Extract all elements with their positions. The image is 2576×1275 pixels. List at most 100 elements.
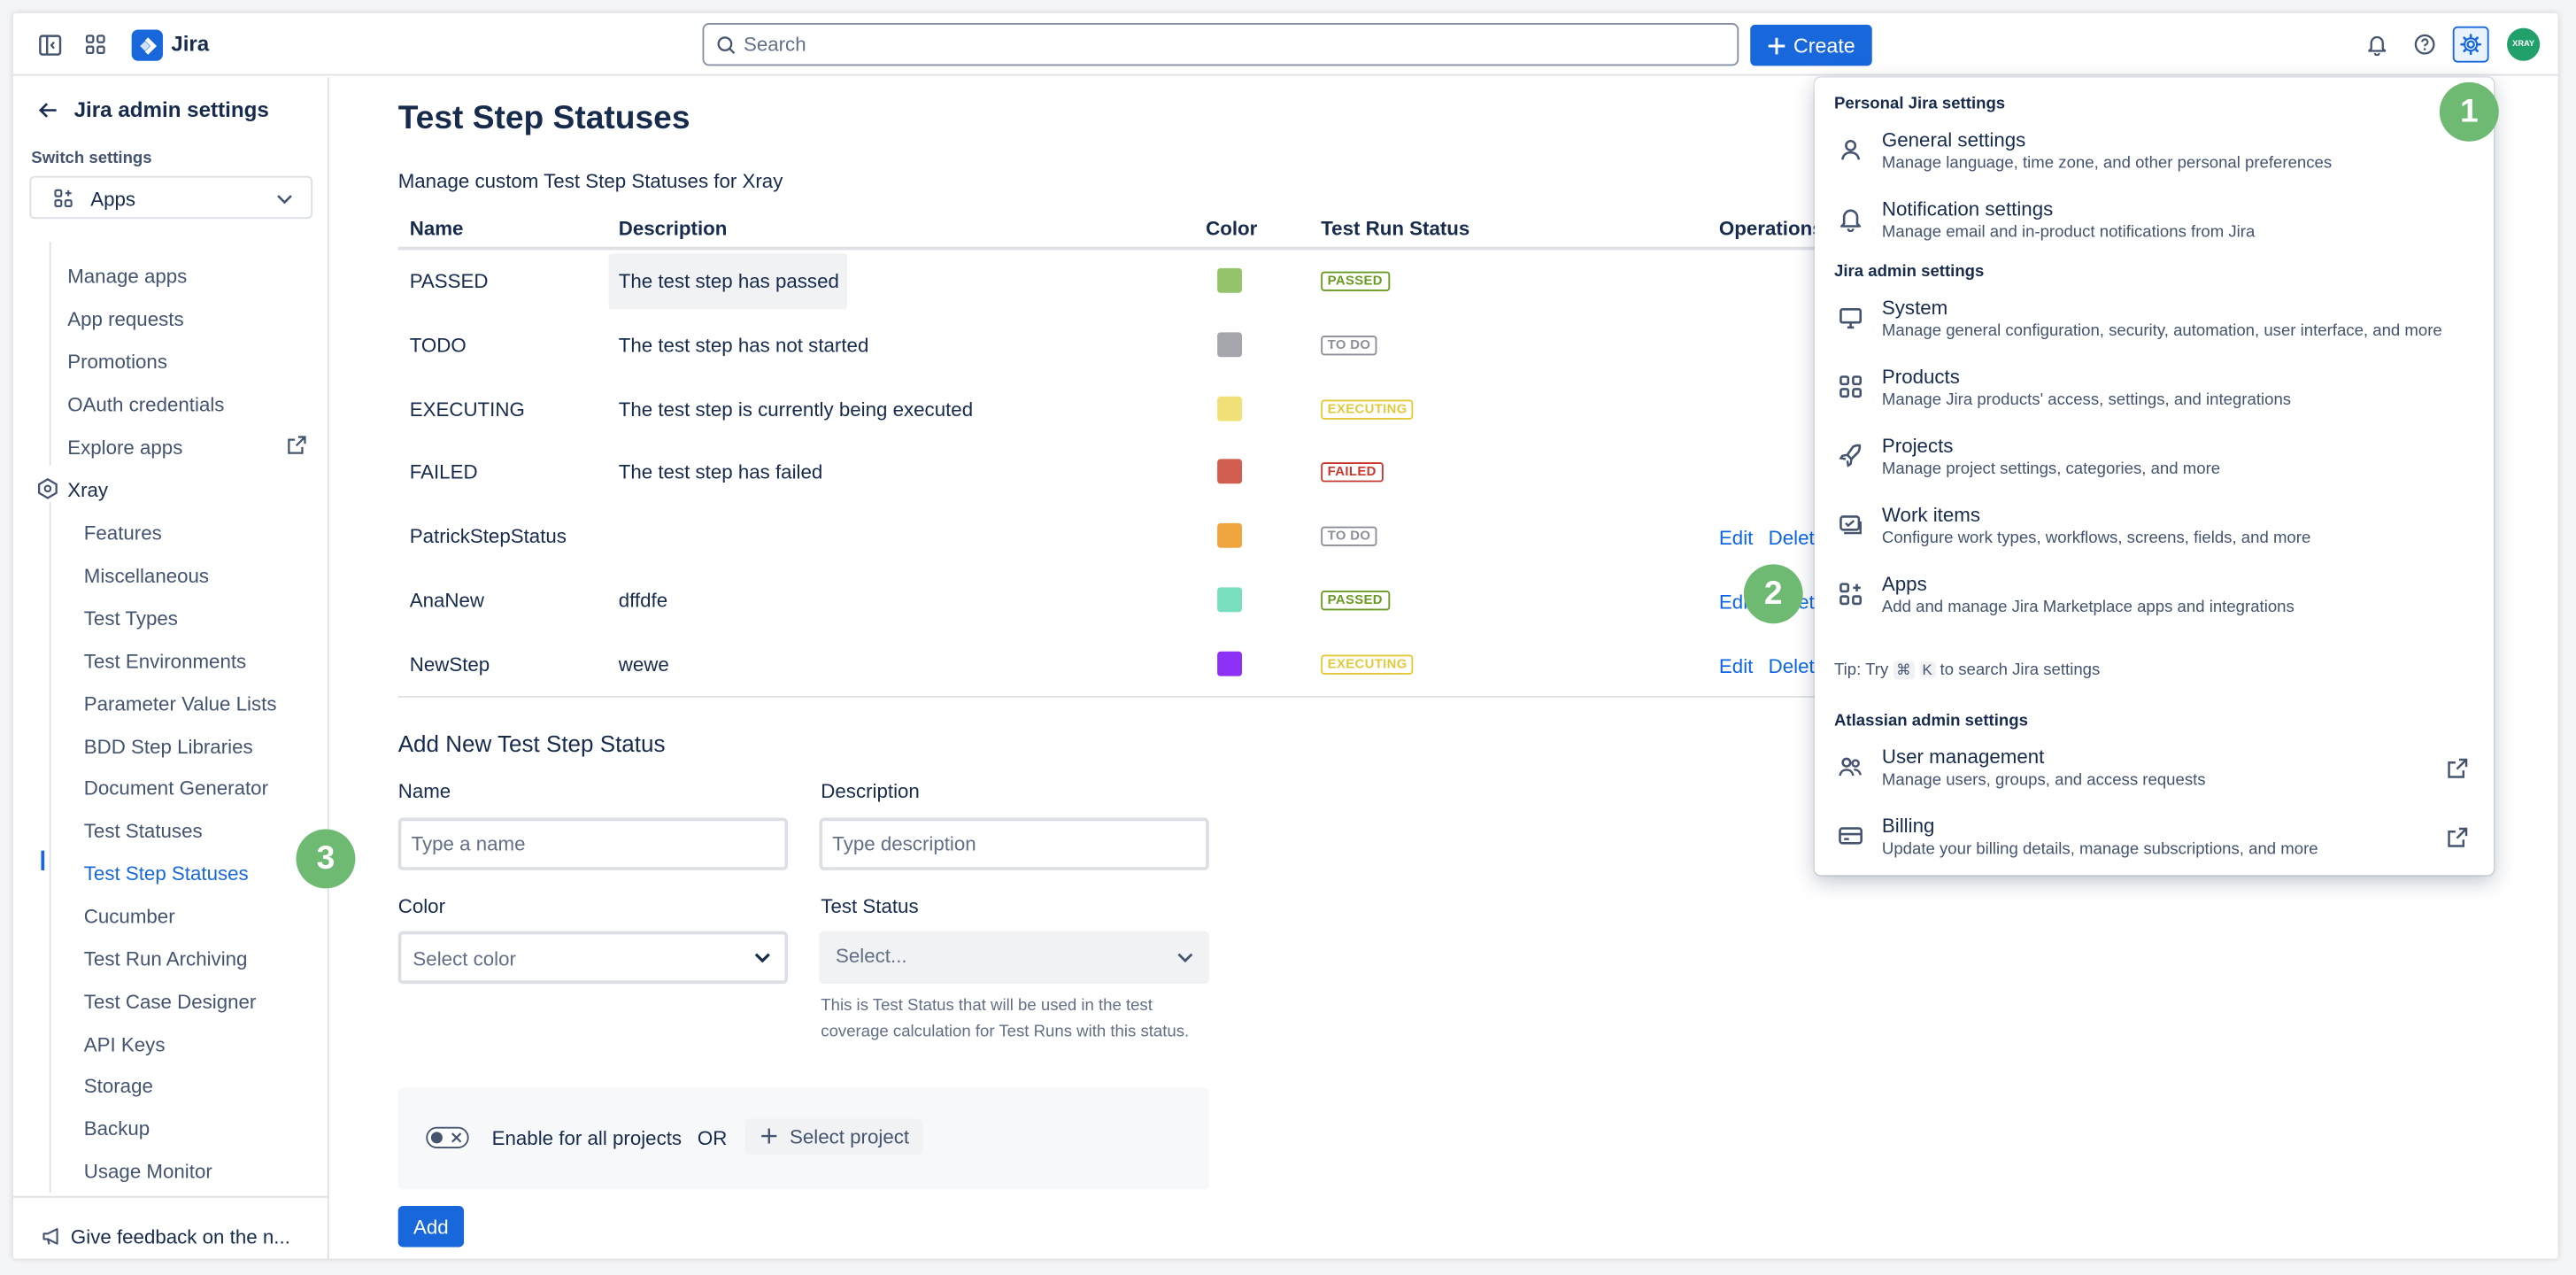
step-badge-1: 1 (2439, 81, 2499, 142)
test-status-select[interactable]: Select... (819, 931, 1209, 985)
keyboard-tip: Tip: Try ⌘ K to search Jira settings (1834, 661, 2100, 680)
avatar[interactable]: XRAY (2507, 27, 2541, 61)
status-lozenge: EXECUTING (1321, 654, 1415, 675)
color-swatch (1217, 460, 1243, 485)
description-field[interactable] (819, 817, 1209, 870)
status-lozenge: FAILED (1321, 462, 1384, 483)
sidebar-item-api-keys[interactable]: API Keys (84, 1033, 166, 1056)
work-items-desc: Configure work types, workflows, screens… (1881, 529, 2311, 548)
sidebar-item-features[interactable]: Features (84, 522, 162, 545)
row-name: TODO (409, 333, 467, 357)
status-lozenge: EXECUTING (1321, 398, 1415, 420)
work-items-link[interactable]: Work items (1882, 504, 1980, 527)
row-description: The test step has not started (618, 333, 869, 357)
external-link-icon[interactable] (2446, 826, 2469, 849)
test-status-help-text: This is Test Status that will be used in… (821, 997, 1190, 1042)
sidebar-item-test-types[interactable]: Test Types (84, 607, 178, 630)
create-button[interactable]: Create (1750, 24, 1872, 66)
monitor-icon (1839, 308, 1863, 329)
sidebar-toggle-icon[interactable] (33, 28, 66, 61)
row-name: AnaNew (409, 589, 485, 613)
enable-toggle[interactable] (426, 1126, 469, 1148)
column-header-description: Description (618, 217, 728, 241)
user-management-link[interactable]: User management (1882, 746, 2044, 769)
description-field-label: Description (821, 779, 920, 803)
sidebar-item-document-generator[interactable]: Document Generator (84, 777, 268, 800)
users-icon (1839, 757, 1862, 777)
sidebar-item-test-step-statuses[interactable]: Test Step Statuses (84, 862, 249, 885)
bell-icon (1840, 209, 1862, 232)
sidebar-item-explore-apps[interactable]: Explore apps (67, 436, 182, 459)
billing-link[interactable]: Billing (1882, 815, 1934, 838)
step-badge-3: 3 (296, 829, 356, 889)
name-field-label: Name (397, 779, 451, 803)
page-title: Test Step Statuses (397, 100, 690, 137)
products-link[interactable]: Products (1882, 365, 1960, 388)
feedback-button[interactable]: Give feedback on the n... (12, 1195, 329, 1259)
personal-settings-heading: Personal Jira settings (1834, 95, 2006, 114)
color-select[interactable]: Select color (397, 931, 789, 985)
sidebar-item-test-environments[interactable]: Test Environments (84, 650, 246, 673)
settings-button[interactable] (2452, 26, 2489, 63)
external-link-icon[interactable] (286, 435, 307, 456)
sidebar-item-miscellaneous[interactable]: Miscellaneous (84, 564, 209, 587)
app-name[interactable]: Jira (171, 31, 209, 56)
test-status-select-value: Select... (836, 944, 907, 968)
sidebar-item-parameter-value-lists[interactable]: Parameter Value Lists (84, 692, 277, 715)
sidebar-item-oauth-credentials[interactable]: OAuth credentials (67, 393, 224, 416)
help-icon[interactable] (2409, 28, 2441, 61)
notifications-bell-icon[interactable] (2361, 28, 2394, 61)
sidebar-item-test-case-designer[interactable]: Test Case Designer (84, 991, 257, 1014)
person-icon (1841, 139, 1861, 160)
name-field[interactable] (397, 817, 789, 870)
switch-settings-value: Apps (90, 187, 136, 211)
sidebar-item-bdd-step-libraries[interactable]: BDD Step Libraries (84, 736, 253, 759)
sidebar-item-test-statuses[interactable]: Test Statuses (84, 819, 203, 842)
row-description: The test step is currently being execute… (618, 397, 974, 421)
description-input[interactable] (832, 831, 1195, 858)
credit-card-icon (1839, 827, 1863, 845)
jira-logo-icon[interactable] (131, 29, 163, 61)
switch-settings-select[interactable]: Apps (29, 175, 313, 220)
sidebar-item-xray[interactable]: Xray (67, 479, 108, 502)
name-input[interactable] (411, 831, 774, 858)
billing-desc: Update your billing details, manage subs… (1881, 840, 2318, 859)
app-switcher-icon[interactable] (79, 28, 112, 61)
or-label: OR (697, 1126, 728, 1150)
back-arrow-icon[interactable] (36, 98, 59, 121)
sidebar-item-test-run-archiving[interactable]: Test Run Archiving (84, 947, 248, 970)
table-header-divider (397, 246, 1830, 251)
user-management-desc: Manage users, groups, and access request… (1881, 771, 2206, 790)
megaphone-icon (42, 1228, 58, 1245)
sidebar-item-cucumber[interactable]: Cucumber (84, 905, 175, 928)
color-field-label: Color (397, 894, 446, 918)
jira-admin-heading: Jira admin settings (1834, 263, 1985, 282)
general-settings-link[interactable]: General settings (1882, 128, 2025, 151)
external-link-icon[interactable] (2446, 757, 2469, 780)
edit-link[interactable]: Edit (1719, 527, 1753, 550)
apps-link[interactable]: Apps (1882, 573, 1927, 596)
color-select-value: Select color (413, 947, 516, 971)
sidebar-item-usage-monitor[interactable]: Usage Monitor (84, 1160, 212, 1183)
edit-link[interactable]: Edit (1719, 654, 1753, 677)
notification-settings-link[interactable]: Notification settings (1882, 197, 2053, 220)
select-project-button[interactable]: Select project (744, 1118, 923, 1155)
row-name: EXECUTING (409, 397, 525, 421)
projects-desc: Manage project settings, categories, and… (1881, 460, 2221, 479)
search-box[interactable] (702, 23, 1739, 66)
tip-key-k: K (1918, 661, 1936, 678)
jira-window: Jira Create XRAY Jira admin settings Swi… (12, 12, 2558, 1259)
system-link[interactable]: System (1882, 296, 1947, 319)
status-lozenge: TO DO (1321, 526, 1377, 547)
add-button[interactable]: Add (397, 1205, 465, 1248)
sidebar-item-storage[interactable]: Storage (84, 1074, 153, 1097)
row-name: FAILED (409, 460, 478, 485)
sidebar-item-backup[interactable]: Backup (84, 1117, 150, 1140)
sidebar-item-app-requests[interactable]: App requests (67, 307, 183, 330)
sidebar-item-promotions[interactable]: Promotions (67, 351, 167, 374)
sidebar-item-manage-apps[interactable]: Manage apps (67, 265, 187, 288)
status-lozenge: PASSED (1321, 271, 1390, 291)
projects-link[interactable]: Projects (1882, 435, 1954, 458)
color-swatch (1217, 523, 1243, 549)
search-input[interactable] (743, 31, 1715, 58)
